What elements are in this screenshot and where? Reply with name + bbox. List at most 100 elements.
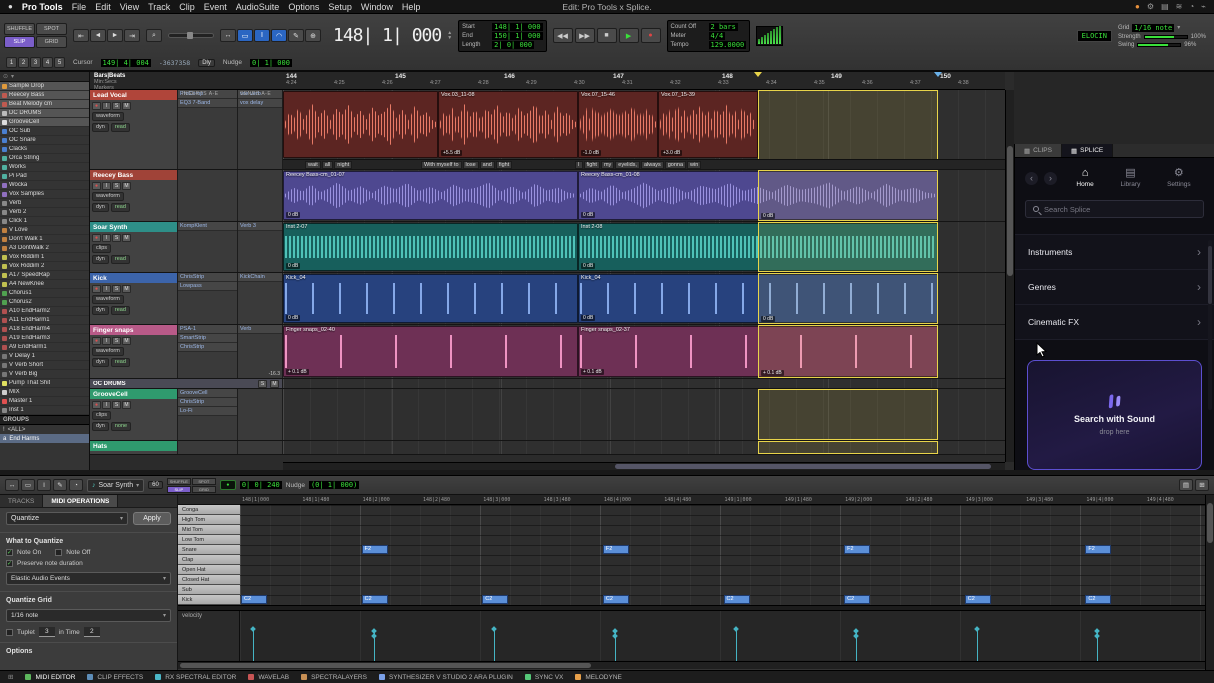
- insert-plugin[interactable]: GrooveCell: [178, 389, 237, 398]
- view-selector[interactable]: waveform: [92, 347, 124, 356]
- record-arm-button[interactable]: ●: [92, 182, 101, 190]
- splice-nav-home[interactable]: ⌂Home: [1076, 168, 1093, 188]
- preserve-checkbox[interactable]: ✓: [6, 560, 13, 567]
- drum-key-kick[interactable]: Kick: [178, 595, 240, 605]
- automation-mode[interactable]: read: [111, 255, 130, 264]
- status-tab-synthesizer-v-studio-2-ara-plugin[interactable]: SYNTHESIZER V STUDIO 2 ARA PLUGIN: [379, 674, 513, 681]
- automation-dyn[interactable]: dyn: [92, 358, 109, 367]
- sends-column[interactable]: Verb-16.3: [238, 325, 283, 378]
- zoom-preset-2[interactable]: 2: [18, 57, 29, 68]
- audio-clip[interactable]: Finger snaps_02-40+ 0.1 dB: [283, 326, 578, 377]
- splice-search-input[interactable]: [1044, 205, 1196, 214]
- midi-note-c2[interactable]: C2: [241, 595, 267, 604]
- options-title[interactable]: Options: [0, 642, 177, 657]
- splice-nav-library[interactable]: ▤Library: [1120, 168, 1140, 188]
- record-arm-button[interactable]: ●: [92, 285, 101, 293]
- start-value[interactable]: 148| 1| 000: [492, 23, 542, 31]
- menubar-status-icon-0[interactable]: ●: [1135, 2, 1140, 11]
- lyric-word[interactable]: and: [480, 161, 495, 169]
- sidebar-caret-icon[interactable]: ▾: [11, 73, 14, 80]
- sidebar-track-a18-endharm4[interactable]: A18 EndHarm4: [0, 325, 89, 334]
- lyric-word[interactable]: gonna: [665, 161, 686, 169]
- sidebar-track-groovecell[interactable]: GrooveCell: [0, 118, 89, 127]
- input-monitor-button[interactable]: I: [102, 337, 111, 345]
- track-header[interactable]: Reecey Bass●ISMwaveformdynread: [90, 170, 178, 221]
- sidebar-track-wocka[interactable]: Wocka: [0, 181, 89, 190]
- automation-mode[interactable]: read: [111, 306, 130, 315]
- track-name[interactable]: GrooveCell: [90, 389, 177, 399]
- drum-key-closed-hat[interactable]: Closed Hat: [178, 575, 240, 585]
- zoom-preset-3[interactable]: 3: [30, 57, 41, 68]
- fast-forward-button[interactable]: ▶▶: [575, 28, 595, 43]
- audio-clip[interactable]: Kick_040 dB: [283, 274, 578, 323]
- audio-clip[interactable]: Vox.07_15-46-1.0 dB: [578, 91, 658, 158]
- automation-dyn[interactable]: dyn: [92, 422, 109, 431]
- menubar-status-icon-4[interactable]: ◔: [1189, 2, 1194, 11]
- timeline-selection[interactable]: + 0.1 dB: [758, 325, 938, 378]
- lyric-word[interactable]: my: [601, 161, 614, 169]
- sends-column[interactable]: KickChain: [238, 273, 283, 324]
- midi-track-selector[interactable]: ♪ Soar Synth ▾: [87, 479, 144, 492]
- note-off-checkbox[interactable]: [55, 549, 62, 556]
- end-value[interactable]: 150| 1| 000: [492, 32, 542, 40]
- velocity-lane[interactable]: [240, 611, 1205, 661]
- track-header[interactable]: Finger snaps●ISMwaveformdynread: [90, 325, 178, 378]
- drum-key-conga[interactable]: Conga: [178, 505, 240, 515]
- menu-edit[interactable]: Edit: [95, 2, 111, 12]
- drum-key-low-tom[interactable]: Low Tom: [178, 535, 240, 545]
- sidebar-track-pi-pad[interactable]: Pi Pad: [0, 172, 89, 181]
- midi-note-grid[interactable]: C2C2F2C2C2F2C2C2F2C2C2F2C2: [240, 505, 1205, 605]
- sidebar-menu-icon[interactable]: ⊙: [3, 73, 8, 80]
- track-header[interactable]: Lead Vocal●ISMwaveformdynread: [90, 90, 178, 169]
- meter-value[interactable]: 4/4: [709, 32, 726, 40]
- sidebar-track-dc-drums[interactable]: DC DRUMS: [0, 109, 89, 118]
- midi-note-f2[interactable]: F2: [362, 545, 388, 554]
- sidebar-track-a17-speedrap[interactable]: A17 SpeedRap: [0, 271, 89, 280]
- sidebar-track-v-delay-1[interactable]: V Delay 1: [0, 352, 89, 361]
- solo-button[interactable]: S: [112, 401, 121, 409]
- lyric-word[interactable]: win: [687, 161, 701, 169]
- send-slot[interactable]: Verb: [238, 325, 282, 334]
- timeline-ruler[interactable]: Bars|Beats Min:Secs Markers 144145146147…: [90, 72, 1005, 90]
- track-lane[interactable]: Inst 2-070 dBInst 2-080 dB: [283, 222, 1005, 272]
- view-selector[interactable]: waveform: [92, 295, 124, 304]
- zoom-lens-button[interactable]: ⌕: [146, 29, 162, 42]
- timeline-selection[interactable]: [758, 389, 938, 440]
- status-tab-clip-effects[interactable]: CLIP EFFECTS: [87, 674, 143, 681]
- stop-button[interactable]: ■: [597, 28, 617, 43]
- track-lane[interactable]: Vox.03_11-08+5.5 dBVox.07_15-46-1.0 dBVo…: [283, 90, 1005, 169]
- track-lane[interactable]: Kick_02-16-MIDI-90Kick_02-16-MIDI-91: [283, 389, 1005, 440]
- sidebar-track-don-t-walk-1[interactable]: Don't Walk 1: [0, 235, 89, 244]
- sidebar-track-v-verb-big[interactable]: V Verb Big: [0, 370, 89, 379]
- insert-plugin[interactable]: Lowpass: [178, 282, 237, 291]
- sidebar-track-a11-endharm1[interactable]: A11 EndHarm1: [0, 316, 89, 325]
- midi-target-icon[interactable]: ▤: [1179, 479, 1193, 491]
- app-menu[interactable]: Pro Tools: [22, 2, 63, 12]
- status-tab-sync-vx[interactable]: SYNC VX: [525, 674, 564, 681]
- count-off-value[interactable]: 2 bars: [709, 23, 738, 31]
- sidebar-track-a10-endharm2[interactable]: A10 EndHarm2: [0, 307, 89, 316]
- insert-plugin[interactable]: ChrisStrip: [178, 398, 237, 407]
- sends-column[interactable]: vox verbvox delay: [238, 90, 283, 169]
- sends-column[interactable]: [238, 441, 283, 454]
- insert-plugin[interactable]: PSA-1: [178, 325, 237, 334]
- swing-slider[interactable]: [1137, 43, 1181, 47]
- audio-clip[interactable]: Reecey Bass-cm_01-070 dB: [283, 171, 578, 220]
- insert-plugin[interactable]: SmartStrip: [178, 334, 237, 343]
- inserts-column[interactable]: ProCompEQ3 7-Band: [178, 90, 238, 169]
- midi-vertical-scrollbar[interactable]: [1205, 495, 1214, 670]
- automation-dyn[interactable]: dyn: [92, 306, 109, 315]
- midi-mode-shuffle[interactable]: SHUFFLE: [167, 478, 191, 485]
- mute-button[interactable]: M: [122, 337, 131, 345]
- sidebar-track-vox-riddim-1[interactable]: Vox Riddim 1: [0, 253, 89, 262]
- drum-key-snare[interactable]: Snare: [178, 545, 240, 555]
- midi-nudge-display[interactable]: (0| 1| 000): [309, 481, 359, 489]
- velocity-stem[interactable]: [1097, 636, 1098, 661]
- sidebar-track-mix[interactable]: MIX: [0, 388, 89, 397]
- input-monitor-button[interactable]: I: [102, 102, 111, 110]
- view-selector[interactable]: waveform: [92, 112, 124, 121]
- status-tab-rx-spectral-editor[interactable]: RX SPECTRAL EDITOR: [155, 674, 236, 681]
- lyric-word[interactable]: all: [322, 161, 334, 169]
- edit-mode-shuffle[interactable]: SHUFFLE: [4, 23, 35, 35]
- tuplet-value-b[interactable]: 2: [84, 627, 100, 637]
